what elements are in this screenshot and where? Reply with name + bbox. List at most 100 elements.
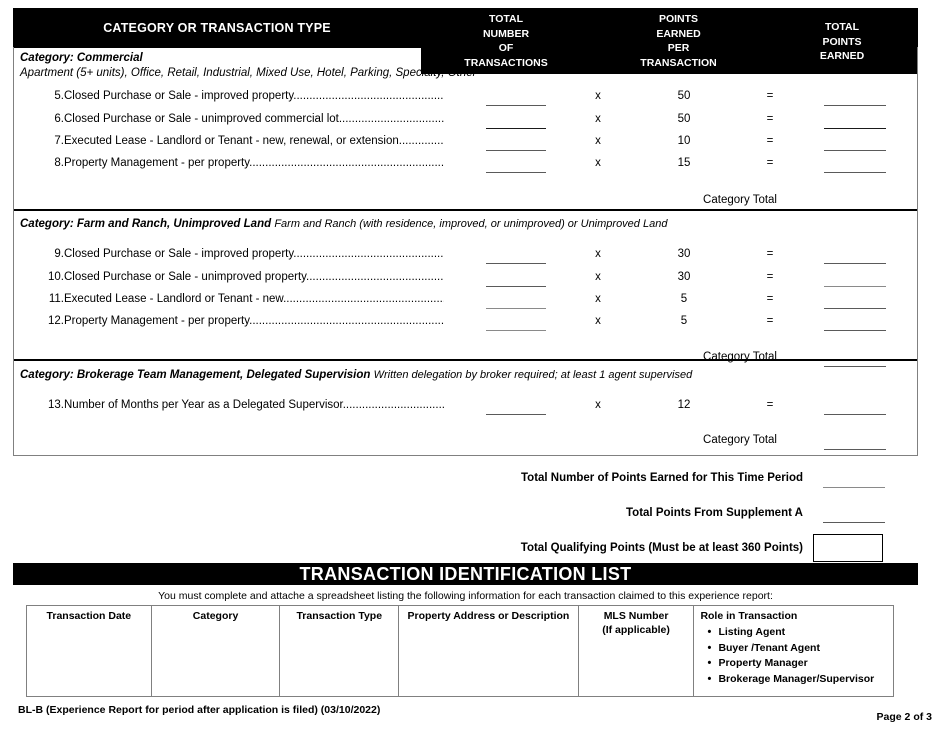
row-label: 6.Closed Purchase or Sale - unimproved c… bbox=[44, 113, 444, 125]
transactions-count-input[interactable] bbox=[486, 150, 546, 151]
column-header: Role in Transaction bbox=[700, 610, 798, 622]
column-header-subtext: (If applicable) bbox=[602, 624, 670, 636]
total-points-earned-input[interactable] bbox=[823, 487, 885, 488]
category-heading: Category: Commercial Apartment (5+ units… bbox=[14, 47, 917, 82]
total-points-input[interactable] bbox=[824, 150, 886, 151]
worksheet-row: 5.Closed Purchase or Sale - improved pro… bbox=[14, 88, 917, 111]
category-heading: Category: Brokerage Team Management, Del… bbox=[14, 361, 917, 385]
row-number: 5. bbox=[54, 90, 64, 102]
row-label: 11.Executed Lease - Landlord or Tenant -… bbox=[44, 293, 444, 305]
row-dots: ........................................… bbox=[338, 113, 444, 125]
points-per-transaction: 30 bbox=[677, 270, 691, 283]
transactions-count-input[interactable] bbox=[486, 262, 546, 264]
category-description: Apartment (5+ units), Office, Retail, In… bbox=[20, 66, 477, 79]
multiply-operator: x bbox=[595, 157, 601, 169]
til-column-property-address: Property Address or Description bbox=[399, 606, 579, 696]
transactions-count-input[interactable] bbox=[486, 329, 546, 331]
total-points-input[interactable] bbox=[824, 413, 886, 415]
row-text: Number of Months per Year as a Delegated… bbox=[64, 398, 343, 411]
transaction-identification-list-title: TRANSACTION IDENTIFICATION LIST bbox=[13, 563, 918, 585]
total-points-input[interactable] bbox=[824, 105, 886, 106]
grand-total-label: Total Qualifying Points (Must be at leas… bbox=[520, 542, 803, 554]
header-line: TOTAL bbox=[824, 21, 860, 33]
category-title: Category: Commercial bbox=[20, 52, 143, 64]
role-list-item: Listing Agent bbox=[707, 625, 893, 641]
row-number: 8. bbox=[54, 157, 64, 169]
column-header: Transaction Date bbox=[46, 610, 132, 622]
total-points-input[interactable] bbox=[824, 128, 886, 129]
til-column-mls-number: MLS Number (If applicable) bbox=[579, 606, 695, 696]
points-per-transaction: 50 bbox=[677, 90, 691, 102]
transactions-count-input[interactable] bbox=[486, 172, 546, 173]
worksheet-row: 8.Property Management - per property....… bbox=[14, 155, 917, 177]
header-category-label: CATEGORY OR TRANSACTION TYPE bbox=[103, 21, 331, 35]
category-section-brokerage-team: Category: Brokerage Team Management, Del… bbox=[14, 359, 917, 451]
page-number: Page 2 of 3 bbox=[876, 711, 932, 723]
worksheet-row: 6.Closed Purchase or Sale - unimproved c… bbox=[14, 111, 917, 133]
transaction-list-instructions: You must complete and attache a spreadsh… bbox=[158, 590, 773, 602]
header-category-column: CATEGORY OR TRANSACTION TYPE bbox=[13, 8, 421, 48]
category-title: Category: Farm and Ranch, Unimproved Lan… bbox=[20, 218, 272, 230]
row-text: Executed Lease - Landlord or Tenant - ne… bbox=[64, 135, 399, 147]
equals-operator: = bbox=[766, 113, 774, 125]
transactions-count-input[interactable] bbox=[486, 285, 546, 287]
grand-total-row: Total Number of Points Earned for This T… bbox=[13, 468, 918, 503]
header-line: EARNED bbox=[656, 27, 701, 40]
total-points-input[interactable] bbox=[824, 262, 886, 264]
total-points-input[interactable] bbox=[824, 172, 886, 173]
category-heading: Category: Farm and Ranch, Unimproved Lan… bbox=[14, 211, 917, 234]
points-per-transaction: 15 bbox=[677, 157, 691, 169]
row-dots: ........................................… bbox=[249, 157, 444, 169]
multiply-operator: x bbox=[595, 270, 601, 283]
row-text: Closed Purchase or Sale - unimproved pro… bbox=[64, 270, 307, 283]
points-per-transaction: 30 bbox=[677, 247, 691, 260]
role-list-item: Brokerage Manager/Supervisor bbox=[707, 672, 893, 688]
category-title: Category: Brokerage Team Management, Del… bbox=[20, 369, 371, 381]
points-per-transaction: 5 bbox=[680, 292, 688, 305]
category-total-row: Category Total bbox=[14, 429, 917, 455]
equals-operator: = bbox=[766, 270, 774, 283]
column-header: Category bbox=[192, 610, 239, 622]
row-number: 12. bbox=[48, 314, 64, 327]
row-text: Closed Purchase or Sale - unimproved com… bbox=[64, 113, 339, 125]
row-label: 8.Property Management - per property....… bbox=[44, 157, 444, 169]
category-description: Written delegation by broker required; a… bbox=[373, 369, 693, 381]
worksheet-row: 7.Executed Lease - Landlord or Tenant - … bbox=[14, 133, 917, 155]
role-list-item: Property Manager bbox=[707, 656, 893, 672]
row-dots: ........................................… bbox=[293, 247, 444, 260]
points-per-transaction: 5 bbox=[680, 314, 688, 327]
transactions-count-input[interactable] bbox=[486, 413, 546, 415]
total-qualifying-points-input[interactable] bbox=[813, 534, 883, 562]
til-column-transaction-date: Transaction Date bbox=[27, 606, 152, 696]
grand-total-label: Total Number of Points Earned for This T… bbox=[521, 472, 803, 484]
transactions-count-input[interactable] bbox=[486, 307, 546, 309]
header-line: NUMBER bbox=[482, 27, 530, 40]
transactions-count-input[interactable] bbox=[486, 105, 546, 106]
total-points-input[interactable] bbox=[824, 307, 886, 309]
category-description: Farm and Ranch (with residence, improved… bbox=[274, 218, 668, 230]
equals-operator: = bbox=[766, 90, 774, 102]
row-text: Property Management - per property bbox=[64, 314, 250, 327]
row-label: 9.Closed Purchase or Sale - improved pro… bbox=[44, 248, 444, 260]
row-text: Closed Purchase or Sale - improved prope… bbox=[64, 90, 294, 102]
multiply-operator: x bbox=[595, 113, 601, 125]
worksheet-row: 10.Closed Purchase or Sale - unimproved … bbox=[14, 269, 917, 291]
row-number: 9. bbox=[54, 247, 64, 260]
supplement-a-points-input[interactable] bbox=[823, 522, 885, 523]
grand-total-label: Total Points From Supplement A bbox=[626, 507, 803, 519]
column-header: Transaction Type bbox=[296, 610, 383, 622]
til-column-category: Category bbox=[152, 606, 281, 696]
category-total-label: Category Total bbox=[703, 194, 777, 206]
header-line: POINTS bbox=[658, 13, 699, 25]
grand-total-row: Total Points From Supplement A bbox=[13, 503, 918, 538]
points-per-transaction: 10 bbox=[677, 135, 691, 147]
transactions-count-input[interactable] bbox=[486, 128, 546, 129]
til-title-text: TRANSACTION IDENTIFICATION LIST bbox=[299, 563, 632, 584]
total-points-input[interactable] bbox=[824, 329, 886, 331]
grand-totals-section: Total Number of Points Earned for This T… bbox=[13, 468, 918, 573]
category-section-commercial: Category: Commercial Apartment (5+ units… bbox=[14, 47, 917, 210]
total-points-input[interactable] bbox=[824, 285, 886, 287]
points-per-transaction: 12 bbox=[677, 398, 691, 411]
category-total-input[interactable] bbox=[824, 448, 886, 450]
worksheet-row: 12.Property Management - per property...… bbox=[14, 313, 917, 335]
